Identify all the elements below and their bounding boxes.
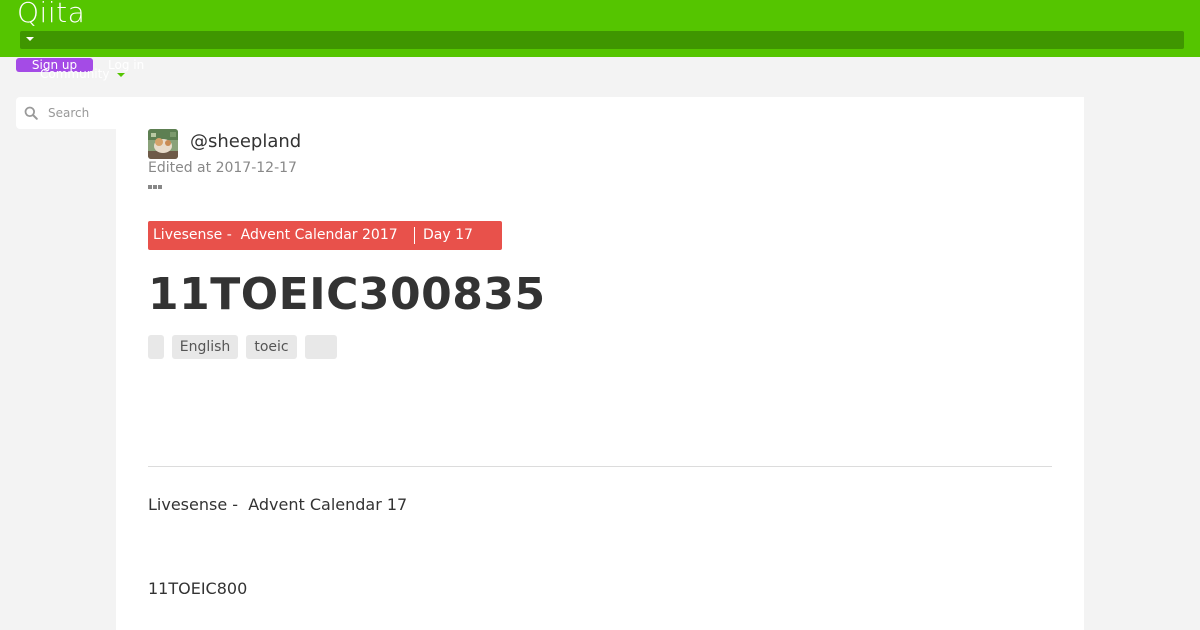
calendar-day: Day 17	[423, 227, 473, 243]
content-divider	[148, 466, 1052, 467]
body-paragraph: Livesense - Advent Calendar 17	[148, 495, 408, 514]
tag-item[interactable]: English	[172, 335, 238, 359]
caret-down-icon	[117, 73, 125, 77]
search-box[interactable]	[16, 97, 126, 129]
author-username[interactable]: @sheepland	[190, 131, 301, 153]
login-link[interactable]: Log in	[108, 58, 144, 72]
banner-divider	[414, 227, 415, 244]
qiita-logo[interactable]: Qiita	[17, 0, 85, 29]
user-avatar-image	[148, 129, 178, 159]
tag-item[interactable]: toeic	[246, 335, 297, 359]
nav-dropdown[interactable]	[20, 31, 1184, 49]
more-options-icon[interactable]	[148, 184, 164, 190]
tag-item[interactable]	[148, 335, 164, 359]
body-paragraph: 11TOEIC800	[148, 579, 248, 598]
tag-item[interactable]	[305, 335, 337, 359]
edited-date: Edited at 2017-12-17	[148, 160, 297, 176]
search-input[interactable]	[48, 105, 124, 121]
avatar[interactable]	[148, 129, 178, 159]
advent-calendar-banner[interactable]: Livesense - Advent Calendar 2017 Day 17	[148, 221, 502, 250]
article-title: 11TOEIC300835	[148, 269, 546, 320]
top-navbar: Qiita	[0, 0, 1200, 57]
community-menu[interactable]: Community	[40, 67, 109, 81]
caret-down-icon	[26, 37, 34, 41]
search-icon	[24, 106, 38, 120]
calendar-name: Livesense - Advent Calendar 2017	[153, 227, 398, 243]
